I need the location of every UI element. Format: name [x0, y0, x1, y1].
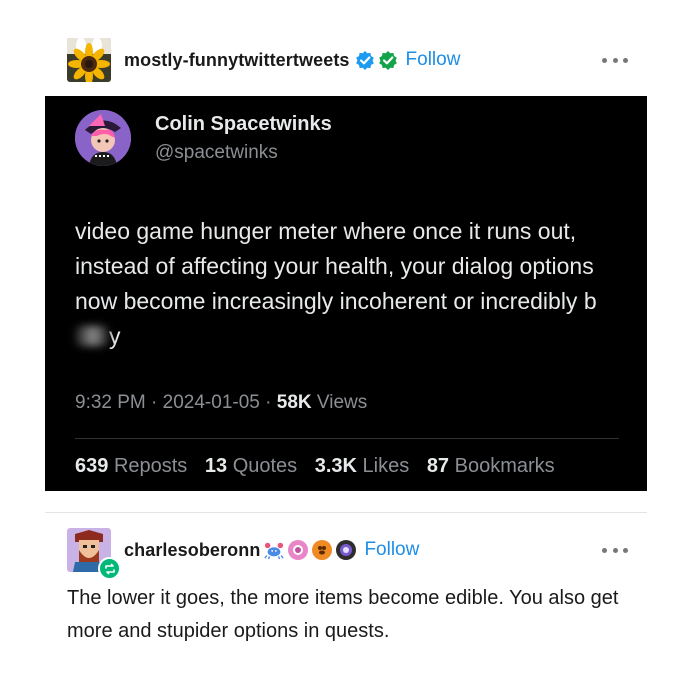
user-avatar[interactable]	[67, 528, 121, 580]
reposts-count: 639	[75, 455, 109, 477]
post-2-text: The lower it goes, the more items become…	[67, 587, 619, 642]
quotes-stat: 13 Quotes	[205, 455, 297, 477]
embedded-tweet: Colin Spacetwinks @spacetwinks video gam…	[45, 96, 647, 491]
bookmarks-label: Bookmarks	[454, 455, 555, 477]
more-options-icon[interactable]	[602, 55, 628, 65]
tweet-avatar	[75, 110, 131, 166]
pink-badge-icon[interactable]	[288, 540, 309, 560]
post-2: charlesoberonn Follow The lower it goes,…	[0, 513, 700, 700]
post-1: mostly-funnytwittertweets Follow	[0, 0, 700, 96]
blurred-word	[75, 326, 109, 346]
post-2-header: charlesoberonn Follow	[67, 527, 419, 580]
tweet-text-main: video game hunger meter where once it ru…	[75, 218, 597, 314]
follow-button[interactable]: Follow	[364, 539, 419, 561]
meta-separator: ·	[145, 392, 163, 413]
post-2-username[interactable]: charlesoberonn	[124, 540, 260, 561]
tweet-date: 2024-01-05	[162, 392, 260, 413]
blue-verified-icon[interactable]	[355, 50, 375, 70]
purple-badge-icon[interactable]	[336, 540, 357, 560]
likes-label: Likes	[362, 455, 410, 477]
bookmarks-count: 87	[426, 455, 450, 477]
tweet-display-name: Colin Spacetwinks	[155, 113, 332, 135]
reposts-stat: 639 Reposts	[75, 455, 187, 477]
tweet-divider	[75, 438, 619, 439]
reposts-label: Reposts	[113, 455, 188, 477]
quotes-label: Quotes	[232, 455, 298, 477]
follow-button[interactable]: Follow	[406, 49, 461, 71]
more-options-icon[interactable]	[602, 545, 628, 555]
post-1-username[interactable]: mostly-funnytwittertweets	[124, 50, 350, 71]
post-1-header: mostly-funnytwittertweets Follow	[67, 37, 460, 83]
quotes-count: 13	[204, 455, 228, 477]
tweet-meta: 9:32 PM · 2024-01-05 · 58K Views	[75, 392, 367, 414]
likes-count: 3.3K	[314, 455, 357, 477]
tweet-views-label: Views	[316, 392, 368, 413]
tweet-views-count: 58K	[276, 392, 312, 413]
orange-badge-icon[interactable]	[312, 540, 333, 560]
crab-badge-icon[interactable]	[264, 540, 285, 560]
tweet-time: 9:32 PM	[75, 392, 146, 413]
tweet-handle: @spacetwinks	[155, 142, 278, 163]
meta-separator: ·	[259, 392, 277, 413]
sunflower-avatar-icon[interactable]	[67, 38, 111, 82]
likes-stat: 3.3K Likes	[315, 455, 410, 477]
reblog-icon	[98, 557, 121, 580]
bookmarks-stat: 87 Bookmarks	[427, 455, 555, 477]
tweet-text-tail: y	[109, 323, 121, 349]
tweet-text: video game hunger meter where once it ru…	[75, 214, 625, 354]
green-verified-icon[interactable]	[378, 50, 398, 70]
tweet-stats: 639 Reposts 13 Quotes 3.3K Likes 87 Book…	[75, 455, 555, 478]
